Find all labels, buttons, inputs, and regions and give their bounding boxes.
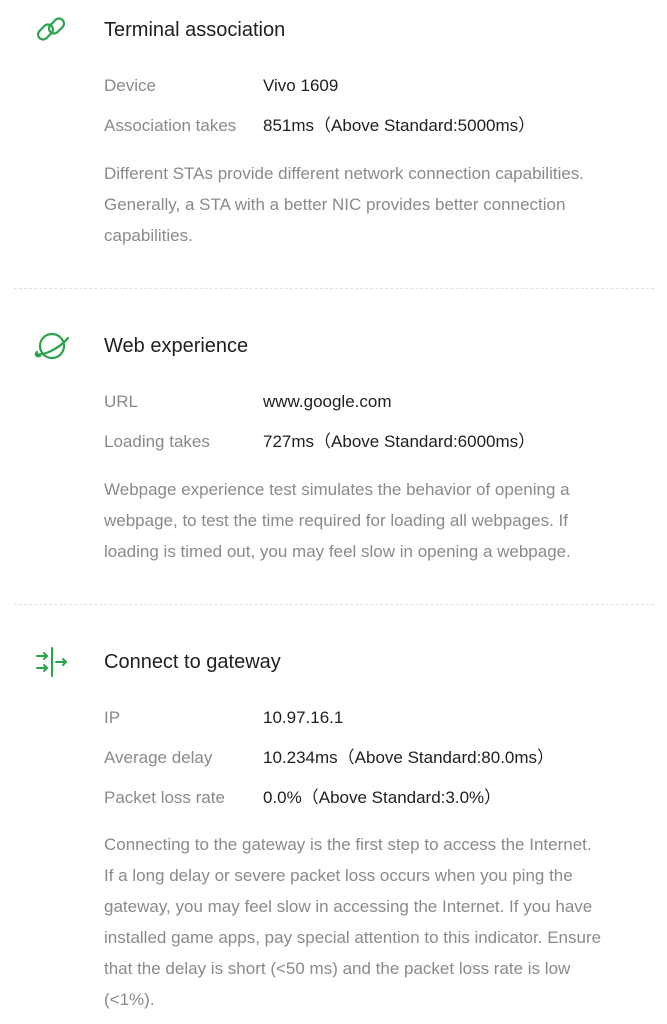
row-label: IP <box>104 708 121 727</box>
detail-row-url: URL www.google.com <box>104 390 644 414</box>
section-title: Connect to gateway <box>104 651 281 673</box>
section-description: Connecting to the gateway is the first s… <box>104 835 602 1009</box>
planet-icon <box>32 326 72 366</box>
row-label: Association takes <box>104 116 237 135</box>
section-title: Terminal association <box>104 19 286 41</box>
section-divider <box>14 604 654 605</box>
section-divider <box>14 288 654 289</box>
section-title: Web experience <box>104 335 249 357</box>
detail-row-loading-time: Loading takes 727ms（Above Standard:6000m… <box>104 430 644 454</box>
section-description: Webpage experience test simulates the be… <box>104 480 571 561</box>
detail-row-average-delay: Average delay 10.234ms（Above Standard:80… <box>104 746 644 770</box>
row-value: 0.0%（Above Standard:3.0%） <box>263 788 502 807</box>
row-value: 10.234ms（Above Standard:80.0ms） <box>263 748 555 767</box>
gateway-arrows-icon <box>32 642 72 682</box>
row-label: Device <box>104 76 156 95</box>
row-value: Vivo 1609 <box>263 76 339 95</box>
detail-row-packet-loss: Packet loss rate 0.0%（Above Standard:3.0… <box>104 786 644 810</box>
row-value: 851ms（Above Standard:5000ms） <box>263 116 536 135</box>
row-label: Average delay <box>104 748 213 767</box>
detail-row-ip: IP 10.97.16.1 <box>104 706 644 730</box>
link-icon <box>32 10 72 50</box>
detail-row-device: Device Vivo 1609 <box>104 74 644 98</box>
row-label: Loading takes <box>104 432 210 451</box>
section-description: Different STAs provide different network… <box>104 164 585 245</box>
row-value: 10.97.16.1 <box>263 708 344 727</box>
row-label: URL <box>104 392 139 411</box>
row-value: www.google.com <box>263 392 392 411</box>
row-value: 727ms（Above Standard:6000ms） <box>263 432 536 451</box>
detail-row-association-time: Association takes 851ms（Above Standard:5… <box>104 114 644 138</box>
row-label: Packet loss rate <box>104 788 225 807</box>
